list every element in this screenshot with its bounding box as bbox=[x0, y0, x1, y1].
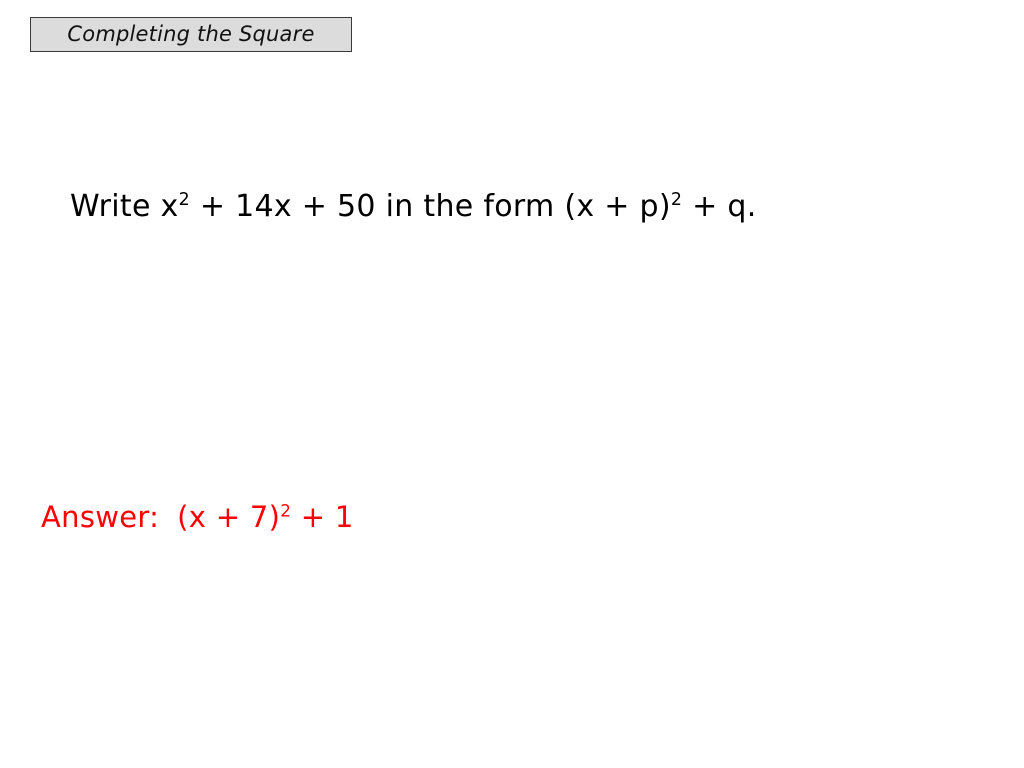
question-suffix: + q. bbox=[682, 189, 757, 224]
slide-canvas: Completing the Square Write x2 + 14x + 5… bbox=[0, 0, 1024, 768]
answer-expression-suffix: + 1 bbox=[291, 500, 354, 534]
question-prefix: Write x bbox=[70, 189, 179, 224]
answer-expression-prefix: (x + 7) bbox=[177, 500, 281, 534]
question-exponent-1: 2 bbox=[178, 190, 190, 210]
question-text: Write x2 + 14x + 50 in the form (x + p)2… bbox=[70, 188, 757, 226]
slide-title-badge: Completing the Square bbox=[30, 17, 352, 52]
answer-label: Answer: bbox=[41, 500, 160, 534]
slide-title-label: Completing the Square bbox=[67, 22, 315, 46]
answer-text: Answer: (x + 7)2 + 1 bbox=[41, 498, 354, 536]
question-middle: + 14x + 50 in the form (x + p) bbox=[189, 189, 671, 224]
answer-exponent: 2 bbox=[280, 500, 292, 521]
question-exponent-2: 2 bbox=[670, 190, 683, 210]
